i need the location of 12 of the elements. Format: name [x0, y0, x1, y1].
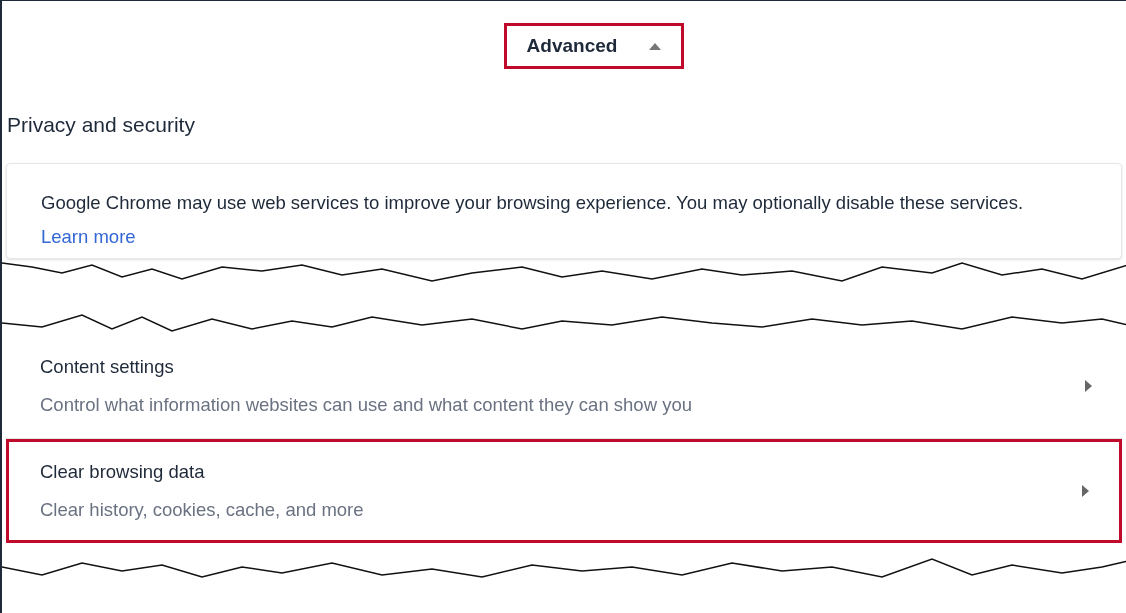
chevron-right-icon: [1082, 484, 1089, 497]
chevron-right-icon: [1085, 380, 1092, 392]
advanced-button[interactable]: Advanced: [503, 23, 685, 69]
caret-icon: [649, 42, 662, 50]
row-subtitle: Control what information websites can use and what content they can show you: [40, 393, 692, 417]
settings-row[interactable]: Clear browsing data Clear history, cookies, cache, and more: [6, 438, 1122, 543]
row-subtitle: Clear history, cookies, cache, and more: [40, 497, 364, 522]
row-title: Content settings: [40, 355, 175, 380]
row-title: Clear browsing data: [40, 459, 206, 484]
section-title: Privacy and security: [7, 112, 196, 138]
learn-more-link[interactable]: Learn more: [41, 225, 136, 247]
intro-text: Google Chrome may use web services to improve your browsing experience. You may optionally disable these services. Learn more: [41, 190, 1025, 249]
